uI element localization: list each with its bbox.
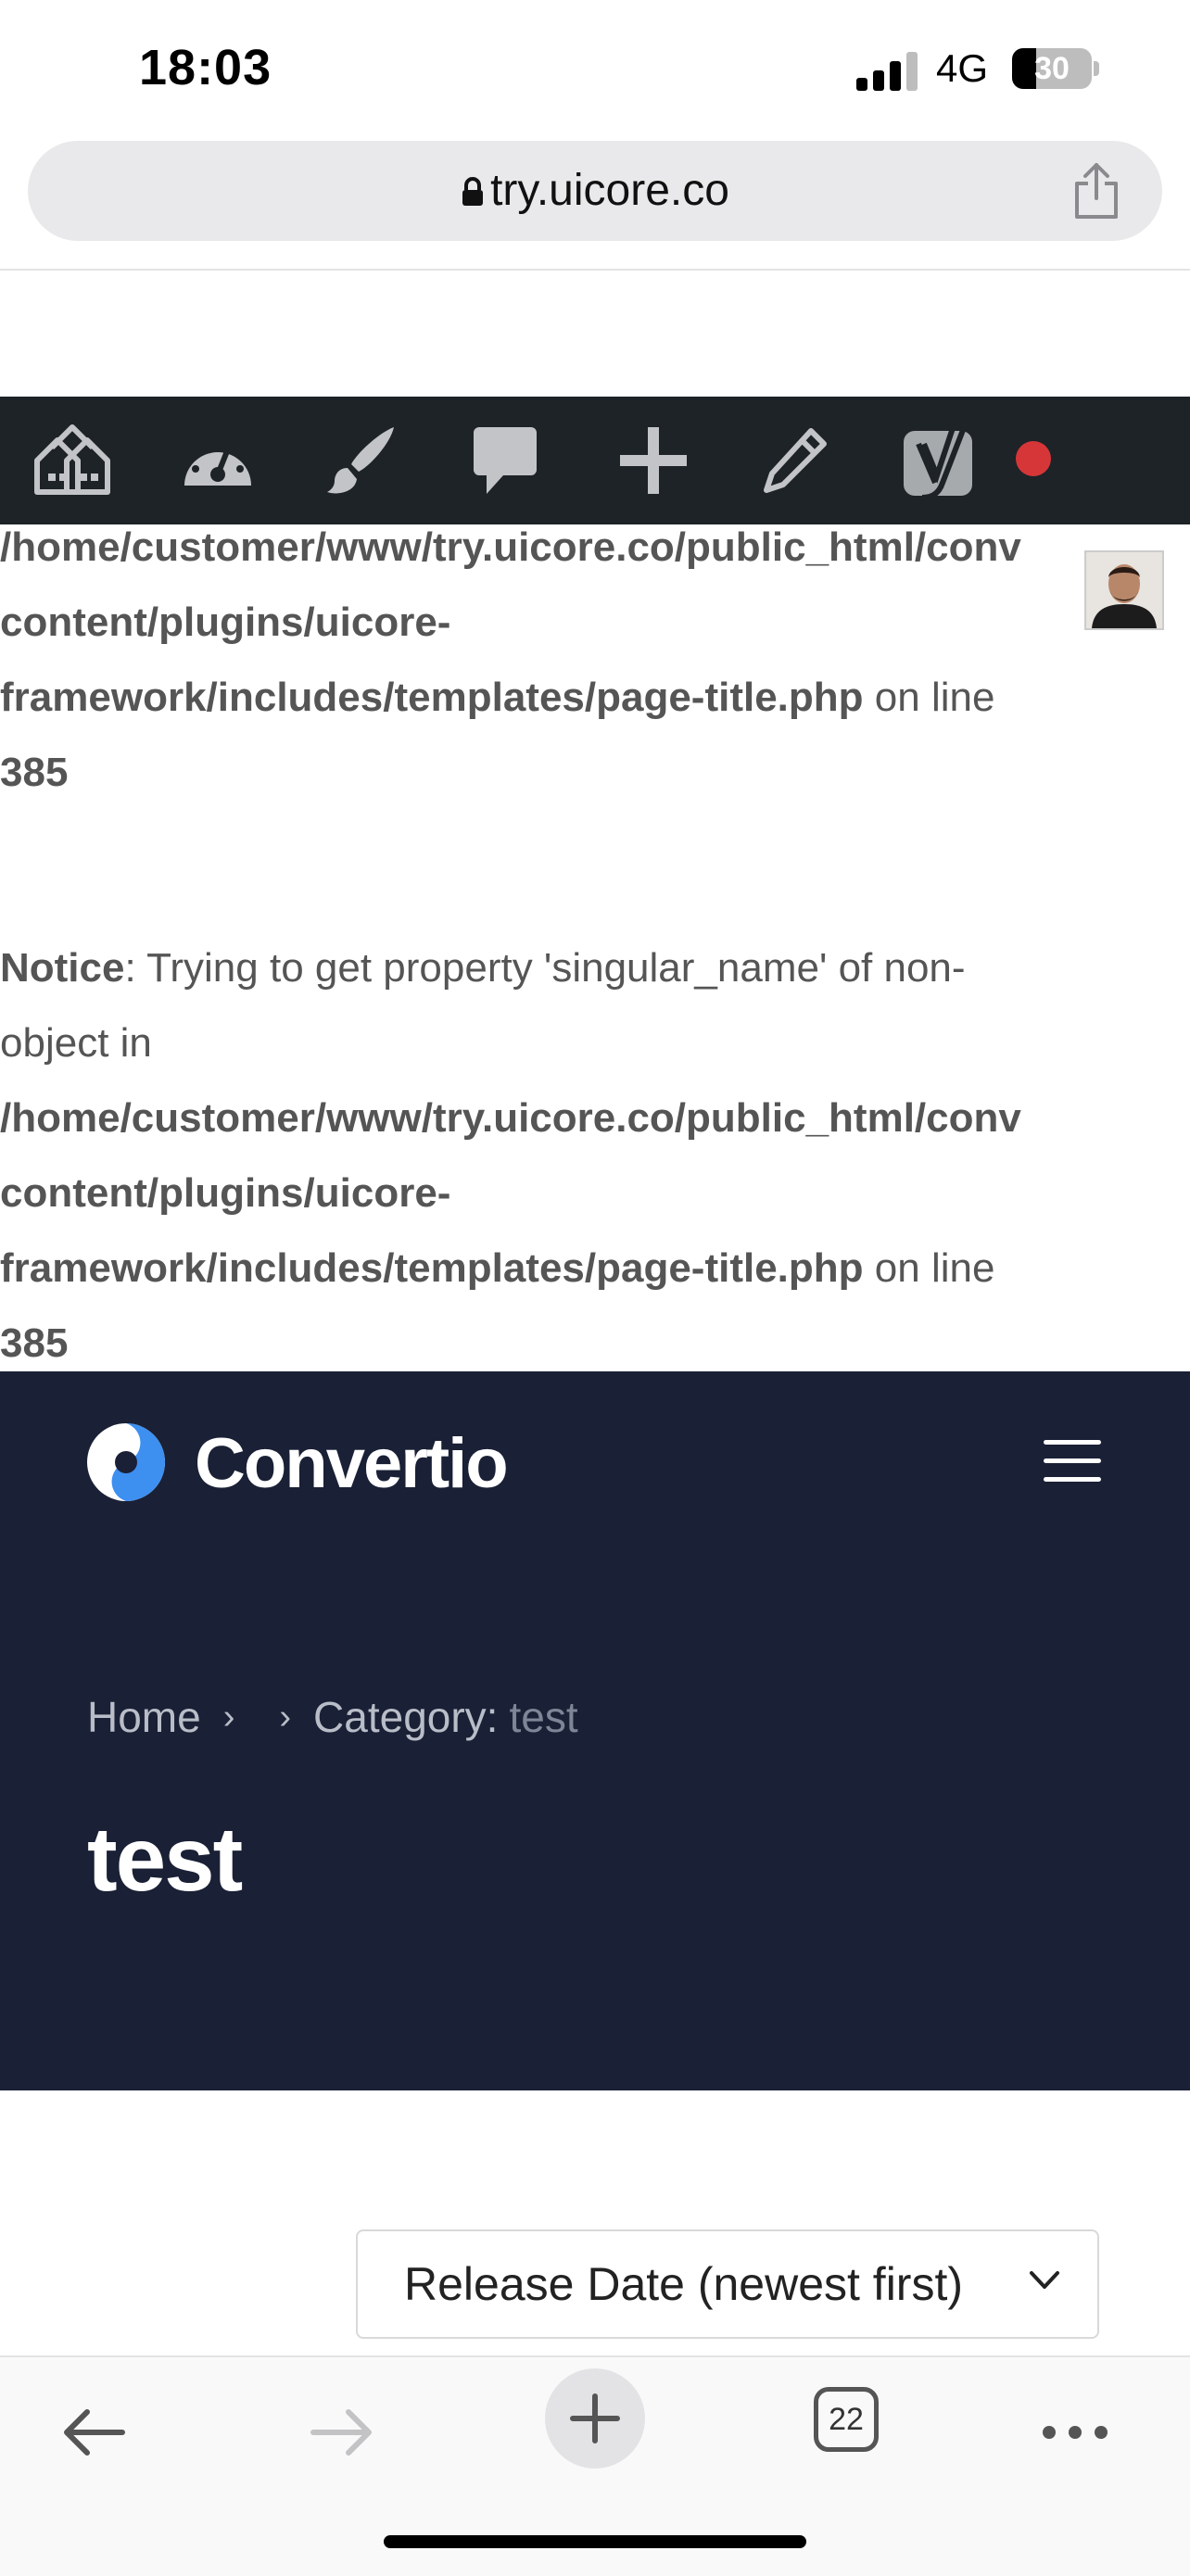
battery-level: 30	[1034, 51, 1070, 86]
clock: 18:03	[139, 40, 272, 95]
notice-path-line3: framework/includes/templates/page-title.…	[0, 1245, 995, 1291]
forward-button[interactable]	[297, 2381, 389, 2483]
site-header: Convertio Home › › Category: test test	[0, 1371, 1190, 2090]
home-indicator	[384, 2535, 806, 2548]
tabs-button[interactable]: 22	[814, 2387, 879, 2452]
wp-admin-bar	[0, 397, 1190, 524]
convertio-logo-icon[interactable]	[85, 1421, 167, 1503]
notice-path-line1: /home/customer/www/try.uicore.co/public_…	[0, 1095, 1021, 1141]
hamburger-menu-icon[interactable]	[1044, 1440, 1101, 1483]
plus-icon	[570, 2393, 620, 2443]
notice-path-line2: content/plugins/uicore-	[0, 1170, 451, 1216]
lock-icon	[462, 177, 484, 206]
share-icon[interactable]	[1070, 161, 1123, 221]
breadcrumb-category-label: Category:	[313, 1693, 499, 1741]
arrow-left-icon	[64, 2409, 125, 2456]
breadcrumb-separator: ›	[279, 1697, 292, 1736]
breadcrumb-current: test	[509, 1693, 578, 1741]
avatar[interactable]	[1084, 550, 1164, 630]
notice-path-line1: /home/customer/www/try.uicore.co/public_…	[0, 524, 1021, 570]
customize-icon[interactable]	[319, 397, 402, 524]
record-icon[interactable]	[1016, 441, 1051, 476]
more-dots-icon	[1043, 2426, 1108, 2439]
arrow-right-icon	[310, 2409, 372, 2456]
breadcrumb-separator: ›	[222, 1697, 235, 1736]
php-notice: /home/customer/www/try.uicore.co/public_…	[0, 510, 1190, 810]
url-text[interactable]: try.uicore.co	[28, 141, 1162, 241]
new-tab-button[interactable]	[545, 2368, 645, 2469]
dashboard-icon[interactable]	[176, 397, 260, 524]
chevron-down-icon	[1030, 2271, 1059, 2289]
battery-icon: 30	[1012, 48, 1092, 89]
php-notice: Notice: Trying to get property 'singular…	[0, 930, 1190, 1381]
url-value: try.uicore.co	[490, 166, 729, 215]
notice-message-line1: Notice: Trying to get property 'singular…	[0, 945, 966, 991]
comments-icon[interactable]	[463, 397, 547, 524]
site-logo-text[interactable]: Convertio	[195, 1423, 509, 1504]
sort-selected-value: Release Date (newest first)	[404, 2258, 964, 2310]
more-options-button[interactable]	[1038, 2381, 1112, 2483]
new-content-icon[interactable]	[612, 397, 695, 524]
network-type: 4G	[936, 46, 989, 90]
notice-path-line3: framework/includes/templates/page-title.…	[0, 675, 995, 720]
status-bar: 18:03 4G 30	[0, 0, 1190, 139]
multisite-icon[interactable]	[26, 397, 119, 524]
address-bar[interactable]: try.uicore.co	[28, 141, 1162, 241]
notice-line-number: 385	[0, 750, 69, 795]
cellular-signal-icon	[856, 52, 918, 91]
yoast-icon[interactable]	[897, 397, 981, 524]
back-button[interactable]	[46, 2381, 139, 2483]
breadcrumb: Home › › Category: test	[87, 1692, 578, 1742]
edit-icon[interactable]	[753, 397, 836, 524]
notice-message-line2: object in	[0, 1020, 152, 1066]
sort-dropdown[interactable]: Release Date (newest first)	[356, 2229, 1099, 2339]
notice-path-line2: content/plugins/uicore-	[0, 600, 451, 645]
breadcrumb-home[interactable]: Home	[87, 1692, 201, 1742]
divider	[0, 269, 1190, 271]
battery-cap	[1094, 61, 1099, 76]
notice-line-number: 385	[0, 1320, 69, 1366]
page-title: test	[87, 1808, 243, 1910]
